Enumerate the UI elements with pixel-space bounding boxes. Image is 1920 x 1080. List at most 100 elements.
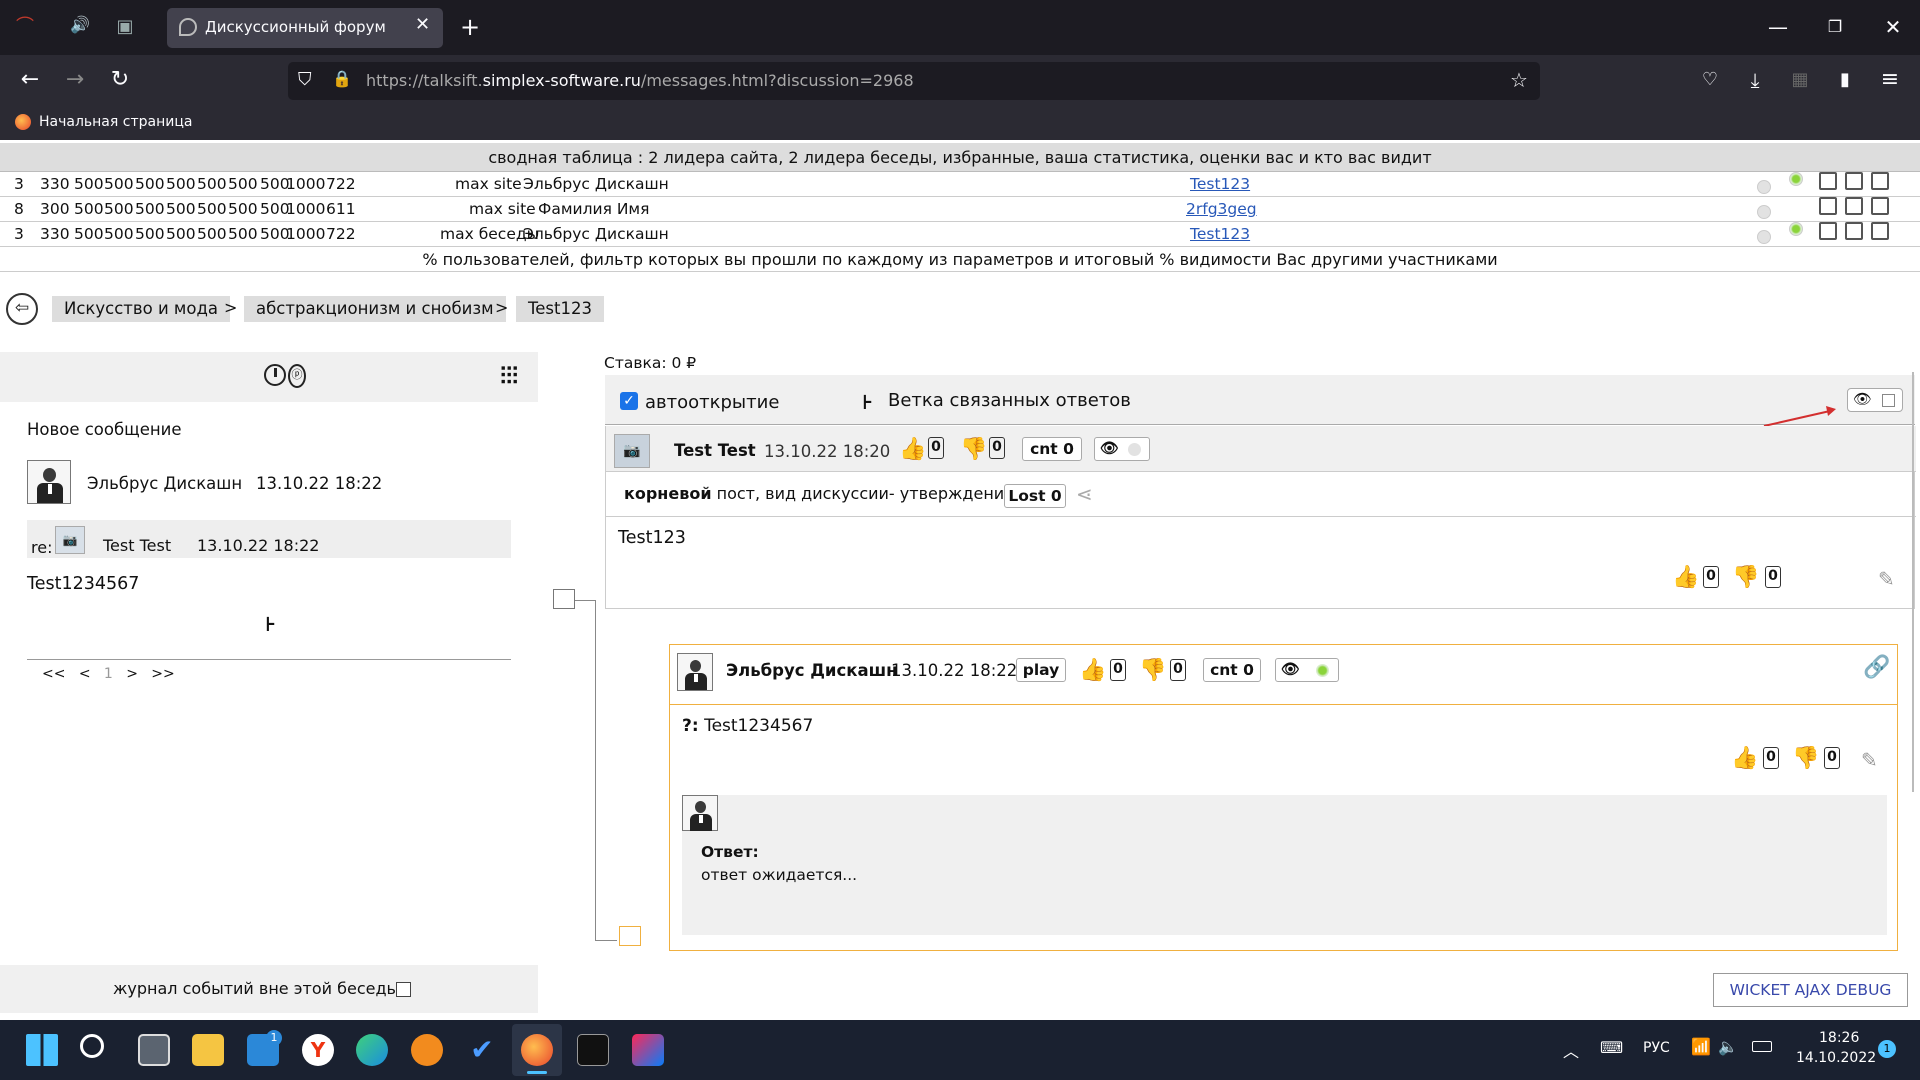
close-window-icon[interactable]: ✕ xyxy=(1878,12,1908,42)
branch-tree-icon[interactable]: ⊦ xyxy=(862,390,873,414)
app-menu-icon[interactable]: ⌒ xyxy=(10,12,40,42)
language-indicator[interactable]: РУС xyxy=(1643,1040,1670,1056)
url-bar[interactable]: ⛉ 🔒 https://talksift.simplex-software.ru… xyxy=(288,62,1540,100)
like-icon[interactable]: 👍 xyxy=(899,438,926,462)
summary-checkbox[interactable] xyxy=(1819,197,1837,215)
breadcrumb-category[interactable]: Искусство и мода xyxy=(52,296,230,322)
intellij-icon[interactable] xyxy=(632,1034,664,1066)
summary-user[interactable]: Эльбрус Дискашн xyxy=(523,222,669,247)
journal-checkbox[interactable] xyxy=(396,982,411,997)
cnt-badge[interactable]: cnt 0 xyxy=(1203,658,1261,682)
fingerprint-icon[interactable]: ⓟ xyxy=(288,364,306,388)
reload-icon[interactable]: ↻ xyxy=(105,65,135,95)
like-icon[interactable]: 👍 xyxy=(1731,747,1758,771)
extension-icon[interactable]: ▦ xyxy=(1785,65,1815,95)
edge-icon[interactable] xyxy=(356,1034,388,1066)
breadcrumb-discussion[interactable]: Test123 xyxy=(516,296,604,322)
tree-node-box[interactable] xyxy=(553,589,575,609)
summary-link[interactable]: Test123 xyxy=(1190,222,1250,247)
like-icon[interactable]: 👍 xyxy=(1079,659,1106,683)
pinned-tab-icon[interactable]: ▣ xyxy=(110,12,140,42)
cnt-badge[interactable]: cnt 0 xyxy=(1022,437,1082,461)
bookmark-home[interactable]: Начальная страница xyxy=(39,114,192,130)
autoopen-checkbox[interactable]: ✓ xyxy=(620,392,638,410)
summary-cell: 722 xyxy=(326,225,356,243)
visibility-checkbox[interactable] xyxy=(1882,394,1895,407)
bookmark-star-icon[interactable]: ☆ xyxy=(1510,68,1528,92)
wicket-debug-button[interactable]: WICKET AJAX DEBUG xyxy=(1713,973,1908,1007)
clock-time[interactable]: 18:26 xyxy=(1819,1030,1859,1046)
dislike-icon[interactable]: 👎 xyxy=(960,438,987,462)
todo-icon[interactable]: ✔ xyxy=(466,1034,498,1066)
summary-user[interactable]: Фамилия Имя xyxy=(538,197,649,222)
sound-tab-icon[interactable]: 🔊 xyxy=(65,10,95,40)
pager-last[interactable]: >> xyxy=(151,666,174,682)
edit-icon[interactable]: ✎ xyxy=(1878,567,1895,591)
downloads-icon[interactable]: ⤓ xyxy=(1740,65,1770,95)
active-tab[interactable]: Дискуссионный форум ✕ xyxy=(167,8,443,48)
save-to-pocket-icon[interactable]: ♡ xyxy=(1695,65,1725,95)
summary-checkbox[interactable] xyxy=(1819,222,1837,240)
summary-checkbox[interactable] xyxy=(1871,172,1889,190)
tree-icon[interactable]: ⊦ xyxy=(265,612,276,636)
app-icon[interactable] xyxy=(411,1034,443,1066)
author-name[interactable]: Эльбрус Дискашн xyxy=(87,474,242,493)
breadcrumb-topic[interactable]: абстракционизм и снобизм xyxy=(244,296,506,322)
pager-page[interactable]: 1 xyxy=(104,666,113,682)
summary-checkbox[interactable] xyxy=(1845,172,1863,190)
tree-node-box-active[interactable] xyxy=(619,926,641,946)
battery-icon[interactable] xyxy=(1752,1041,1772,1052)
page-scrollbar[interactable] xyxy=(1912,372,1914,792)
menu-icon[interactable]: ≡ xyxy=(1875,65,1905,95)
task-view-icon[interactable] xyxy=(138,1034,170,1066)
share-icon[interactable]: ⋖ xyxy=(1076,482,1093,506)
extensions-badge-icon[interactable]: ▮ xyxy=(1830,65,1860,95)
filter-sliders-icon[interactable]: ⫶⫶⫶ xyxy=(500,362,518,390)
terminal-icon[interactable] xyxy=(577,1034,609,1066)
new-tab-icon[interactable]: + xyxy=(455,12,485,42)
visibility-toggle[interactable]: 👁 xyxy=(1094,437,1150,461)
summary-checkbox[interactable] xyxy=(1871,222,1889,240)
pager-first[interactable]: << xyxy=(42,666,65,682)
clock-date[interactable]: 14.10.2022 xyxy=(1796,1050,1876,1066)
tray-chevron-icon[interactable]: ︿ xyxy=(1563,1038,1579,1062)
summary-checkbox[interactable] xyxy=(1819,172,1837,190)
root-author[interactable]: Test Test xyxy=(674,441,756,460)
branch-label[interactable]: Ветка связанных ответов xyxy=(888,390,1131,411)
edit-icon[interactable]: ✎ xyxy=(1861,748,1878,772)
summary-link[interactable]: Test123 xyxy=(1190,172,1250,197)
forward-icon[interactable]: → xyxy=(60,65,90,95)
summary-checkbox[interactable] xyxy=(1845,222,1863,240)
search-icon[interactable] xyxy=(80,1034,104,1058)
dislike-icon[interactable]: 👎 xyxy=(1732,566,1759,590)
link-icon[interactable]: 🔗 xyxy=(1863,655,1890,680)
back-icon[interactable]: ← xyxy=(15,65,45,95)
start-icon[interactable] xyxy=(26,1034,58,1066)
summary-checkbox[interactable] xyxy=(1845,197,1863,215)
notification-badge[interactable]: 1 xyxy=(1878,1040,1896,1058)
pager-next[interactable]: > xyxy=(126,666,138,682)
yandex-icon[interactable]: Y xyxy=(302,1034,334,1066)
summary-link[interactable]: 2rfg3geg xyxy=(1186,197,1257,222)
reply-author[interactable]: Эльбрус Дискашн xyxy=(726,661,898,680)
firefox-taskbar-icon[interactable] xyxy=(521,1034,553,1066)
dislike-icon[interactable]: 👎 xyxy=(1139,659,1166,683)
like-icon[interactable]: 👍 xyxy=(1672,566,1699,590)
restore-icon[interactable]: ❐ xyxy=(1820,12,1850,42)
visibility-toggle[interactable]: 👁 xyxy=(1275,658,1339,682)
lost-badge[interactable]: Lost 0 xyxy=(1004,484,1066,508)
summary-user[interactable]: Эльбрус Дискашн xyxy=(523,172,669,197)
pager-prev[interactable]: < xyxy=(79,666,91,682)
reply-quote[interactable]: re: 📷 Test Test 13.10.22 18:22 xyxy=(27,520,511,558)
wifi-icon[interactable]: 📶 xyxy=(1691,1037,1711,1056)
minimize-icon[interactable]: — xyxy=(1763,12,1793,42)
volume-icon[interactable]: 🔈 xyxy=(1718,1037,1738,1056)
back-circle-button[interactable]: ⇦ xyxy=(6,293,38,325)
file-explorer-icon[interactable] xyxy=(192,1034,224,1066)
dislike-icon[interactable]: 👎 xyxy=(1792,747,1819,771)
keyboard-icon[interactable]: ⌨ xyxy=(1600,1038,1623,1057)
visibility-toggle[interactable]: 👁 xyxy=(1847,388,1903,412)
tab-close-icon[interactable]: ✕ xyxy=(415,14,430,35)
play-button[interactable]: play xyxy=(1016,658,1066,682)
summary-checkbox[interactable] xyxy=(1871,197,1889,215)
